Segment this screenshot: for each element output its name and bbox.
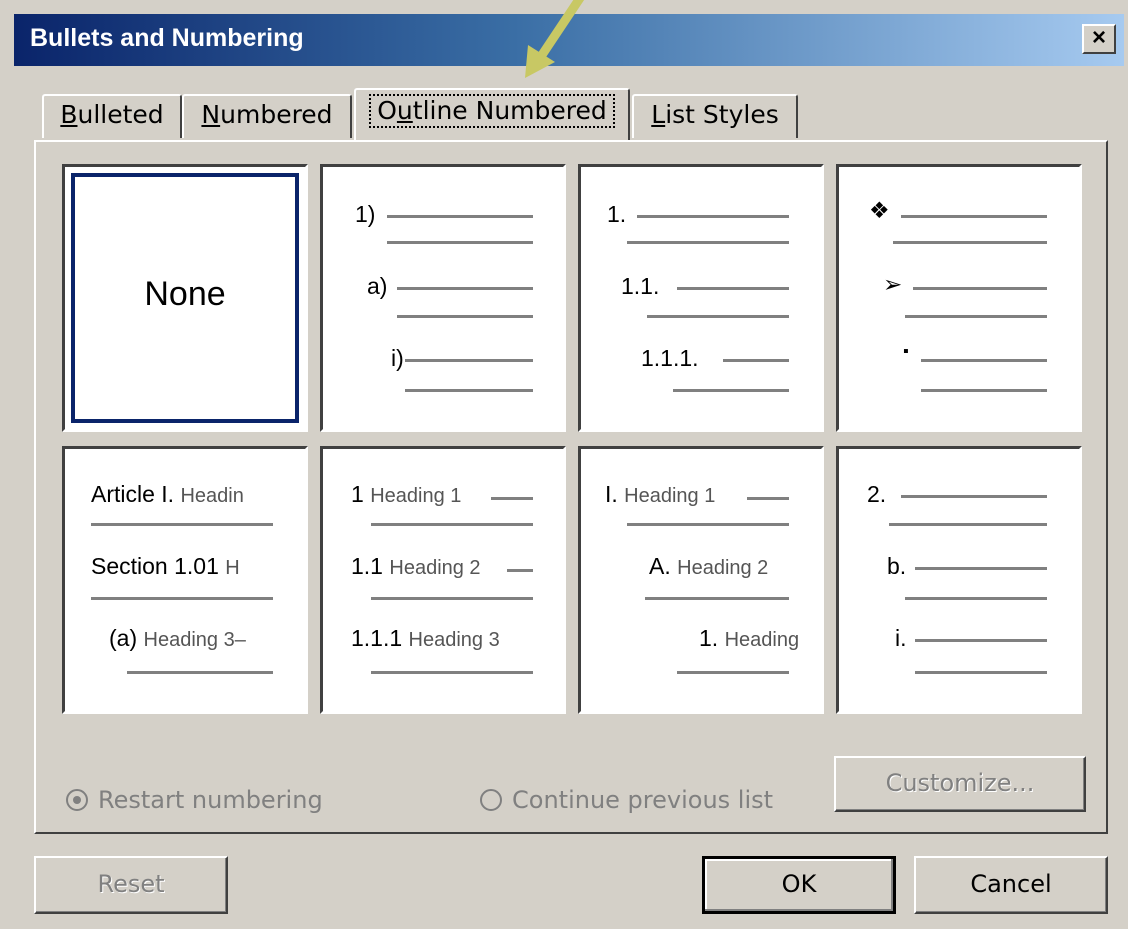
gallery-option-parenthesis[interactable]: 1) a) i) (320, 164, 566, 432)
gallery-option-legal-headings[interactable]: 1 Heading 1 1.1 Heading 2 1.1.1 Heading … (320, 446, 566, 714)
tab-outline-numbered[interactable]: Outline Numbered (354, 88, 630, 140)
close-icon: × (1091, 24, 1106, 51)
pointer-arrow-icon (525, 0, 585, 78)
tab-numbered[interactable]: Numbered (182, 94, 352, 138)
continue-list-option[interactable]: Continue previous list (480, 786, 773, 814)
restart-numbering-label: Restart numbering (98, 786, 323, 814)
radio-checked-icon[interactable] (66, 789, 88, 811)
continue-list-label: Continue previous list (512, 786, 774, 814)
customize-button[interactable]: Customize... (834, 756, 1086, 812)
restart-numbering-option[interactable]: Restart numbering (66, 786, 323, 814)
reset-button[interactable]: Reset (34, 856, 228, 914)
radio-unchecked-icon[interactable] (480, 789, 502, 811)
gallery-option-bullets[interactable]: ❖ ➢ ▪ (836, 164, 1082, 432)
tab-bulleted[interactable]: Bulleted (42, 94, 182, 138)
gallery-option-roman-headings[interactable]: I. Heading 1 A. Heading 2 1. Heading (578, 446, 824, 714)
gallery-option-mixed[interactable]: 2. b. i. (836, 446, 1082, 714)
cancel-button[interactable]: Cancel (914, 856, 1108, 914)
gallery-option-none[interactable]: None (62, 164, 308, 432)
gallery-option-article-section[interactable]: Article I. Headin Section 1.01 H (a) Hea… (62, 446, 308, 714)
tab-list-styles[interactable]: List Styles (632, 94, 798, 138)
outline-numbered-panel: None 1) a) i) 1. 1.1. 1.1.1. ❖ ➢ ▪ Artic… (34, 140, 1108, 834)
close-button[interactable]: × (1082, 24, 1116, 54)
none-label: None (144, 275, 226, 313)
ok-button[interactable]: OK (702, 856, 896, 914)
gallery-option-decimal[interactable]: 1. 1.1. 1.1.1. (578, 164, 824, 432)
window-title: Bullets and Numbering (30, 24, 304, 52)
